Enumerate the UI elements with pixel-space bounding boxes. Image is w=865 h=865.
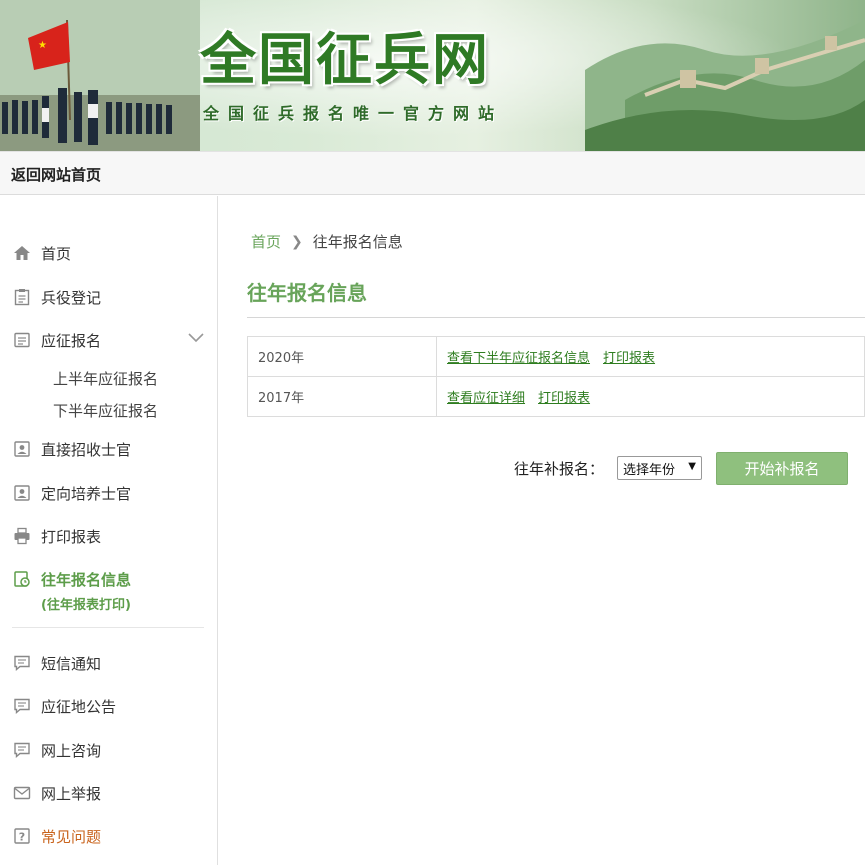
person-card-icon bbox=[12, 483, 32, 503]
sidebar-item-past-report-print-note: (往年报表打印) bbox=[41, 598, 131, 613]
record-actions: 查看下半年应征报名信息 打印报表 bbox=[436, 336, 865, 377]
message-icon bbox=[12, 740, 32, 760]
makeup-registration-label: 往年补报名： bbox=[514, 460, 605, 478]
form-icon bbox=[12, 330, 32, 350]
sidebar-item-label: 短信通知 bbox=[41, 654, 102, 673]
breadcrumb: 首页 ❯ 往年报名信息 bbox=[251, 231, 403, 252]
clipboard-icon bbox=[12, 287, 32, 307]
svg-text:?: ? bbox=[19, 831, 25, 844]
svg-text:★: ★ bbox=[38, 40, 47, 51]
sidebar-item-direct-nco-recruit[interactable]: 直接招收士官 bbox=[12, 437, 131, 461]
mail-icon bbox=[12, 783, 32, 803]
print-report-link[interactable]: 打印报表 bbox=[603, 351, 655, 366]
back-home-link[interactable]: 返回网站首页 bbox=[11, 164, 101, 185]
sidebar-item-label: 应征地公告 bbox=[41, 697, 117, 716]
honor-guard-image: ★ bbox=[0, 0, 200, 151]
sidebar-item-sms-notice[interactable]: 短信通知 bbox=[12, 651, 101, 675]
breadcrumb-home-link[interactable]: 首页 bbox=[251, 231, 281, 252]
printer-icon bbox=[12, 526, 32, 546]
sidebar-item-past-registration-info[interactable]: 往年报名信息 bbox=[12, 567, 131, 591]
message-icon bbox=[12, 696, 32, 716]
sidebar-item-label: 常见问题 bbox=[41, 827, 102, 846]
record-actions: 查看应征详细 打印报表 bbox=[436, 376, 865, 417]
year-select-value: 选择年份 bbox=[623, 462, 676, 478]
sidebar-item-label: 网上举报 bbox=[41, 784, 102, 803]
sidebar: 首页 兵役登记 应征报名 上半年应征报名 下半年应征报名 直接招收士官 定向培养… bbox=[0, 196, 218, 865]
person-card-icon bbox=[12, 439, 32, 459]
sidebar-item-label: 往年报名信息 bbox=[41, 570, 132, 589]
table-row: 2017年 查看应征详细 打印报表 bbox=[247, 376, 865, 417]
sidebar-item-military-registration[interactable]: 兵役登记 bbox=[12, 285, 101, 309]
sidebar-subitem-second-half[interactable]: 下半年应征报名 bbox=[53, 400, 158, 421]
record-year: 2020年 bbox=[247, 336, 437, 377]
sidebar-item-faq[interactable]: ? 常见问题 bbox=[12, 824, 101, 848]
year-select[interactable]: 选择年份 ▼ bbox=[617, 456, 702, 480]
breadcrumb-current: 往年报名信息 bbox=[312, 233, 403, 251]
history-doc-icon bbox=[12, 569, 32, 589]
sidebar-item-label: 首页 bbox=[41, 244, 72, 263]
great-wall-image bbox=[585, 20, 865, 151]
sidebar-item-label: 网上咨询 bbox=[41, 741, 102, 760]
sidebar-item-online-consult[interactable]: 网上咨询 bbox=[12, 738, 101, 762]
past-records-table: 2020年 查看下半年应征报名信息 打印报表 2017年 查看应征详细 打印报表 bbox=[247, 336, 865, 417]
sidebar-item-label: 直接招收士官 bbox=[41, 440, 132, 459]
message-icon bbox=[12, 653, 32, 673]
sidebar-item-directed-nco-training[interactable]: 定向培养士官 bbox=[12, 481, 131, 505]
sidebar-item-local-announcement[interactable]: 应征地公告 bbox=[12, 694, 116, 718]
top-nav-bar: 返回网站首页 bbox=[0, 151, 865, 195]
sidebar-item-label: 定向培养士官 bbox=[41, 484, 132, 503]
sidebar-item-home[interactable]: 首页 bbox=[12, 241, 71, 265]
view-details-link[interactable]: 查看应征详细 bbox=[447, 391, 525, 406]
site-subtitle: 全国征兵报名唯一官方网站 bbox=[203, 104, 504, 123]
sidebar-item-print-report[interactable]: 打印报表 bbox=[12, 524, 101, 548]
sidebar-divider bbox=[12, 627, 204, 628]
view-second-half-info-link[interactable]: 查看下半年应征报名信息 bbox=[447, 351, 590, 366]
sidebar-item-label: 打印报表 bbox=[41, 527, 102, 546]
sidebar-subitem-first-half[interactable]: 上半年应征报名 bbox=[53, 368, 158, 389]
page-title: 往年报名信息 bbox=[247, 281, 367, 305]
table-row: 2020年 查看下半年应征报名信息 打印报表 bbox=[247, 336, 865, 377]
print-report-link[interactable]: 打印报表 bbox=[538, 391, 590, 406]
sidebar-item-label: 应征报名 bbox=[41, 331, 102, 350]
sidebar-item-label: 兵役登记 bbox=[41, 288, 102, 307]
help-icon: ? bbox=[12, 826, 32, 846]
dropdown-arrow-icon: ▼ bbox=[688, 461, 696, 472]
title-divider bbox=[247, 317, 865, 318]
chevron-down-icon[interactable] bbox=[186, 330, 206, 346]
chevron-right-icon: ❯ bbox=[291, 233, 303, 250]
site-title: 全国征兵网 bbox=[200, 28, 490, 93]
sidebar-item-online-report[interactable]: 网上举报 bbox=[12, 781, 101, 805]
start-makeup-registration-button[interactable]: 开始补报名 bbox=[716, 452, 848, 485]
sidebar-item-enlistment-application[interactable]: 应征报名 bbox=[12, 328, 101, 352]
site-banner: ★ 全国征兵网 全国征兵报名唯一官方网站 bbox=[0, 0, 865, 151]
home-icon bbox=[12, 243, 32, 263]
record-year: 2017年 bbox=[247, 376, 437, 417]
